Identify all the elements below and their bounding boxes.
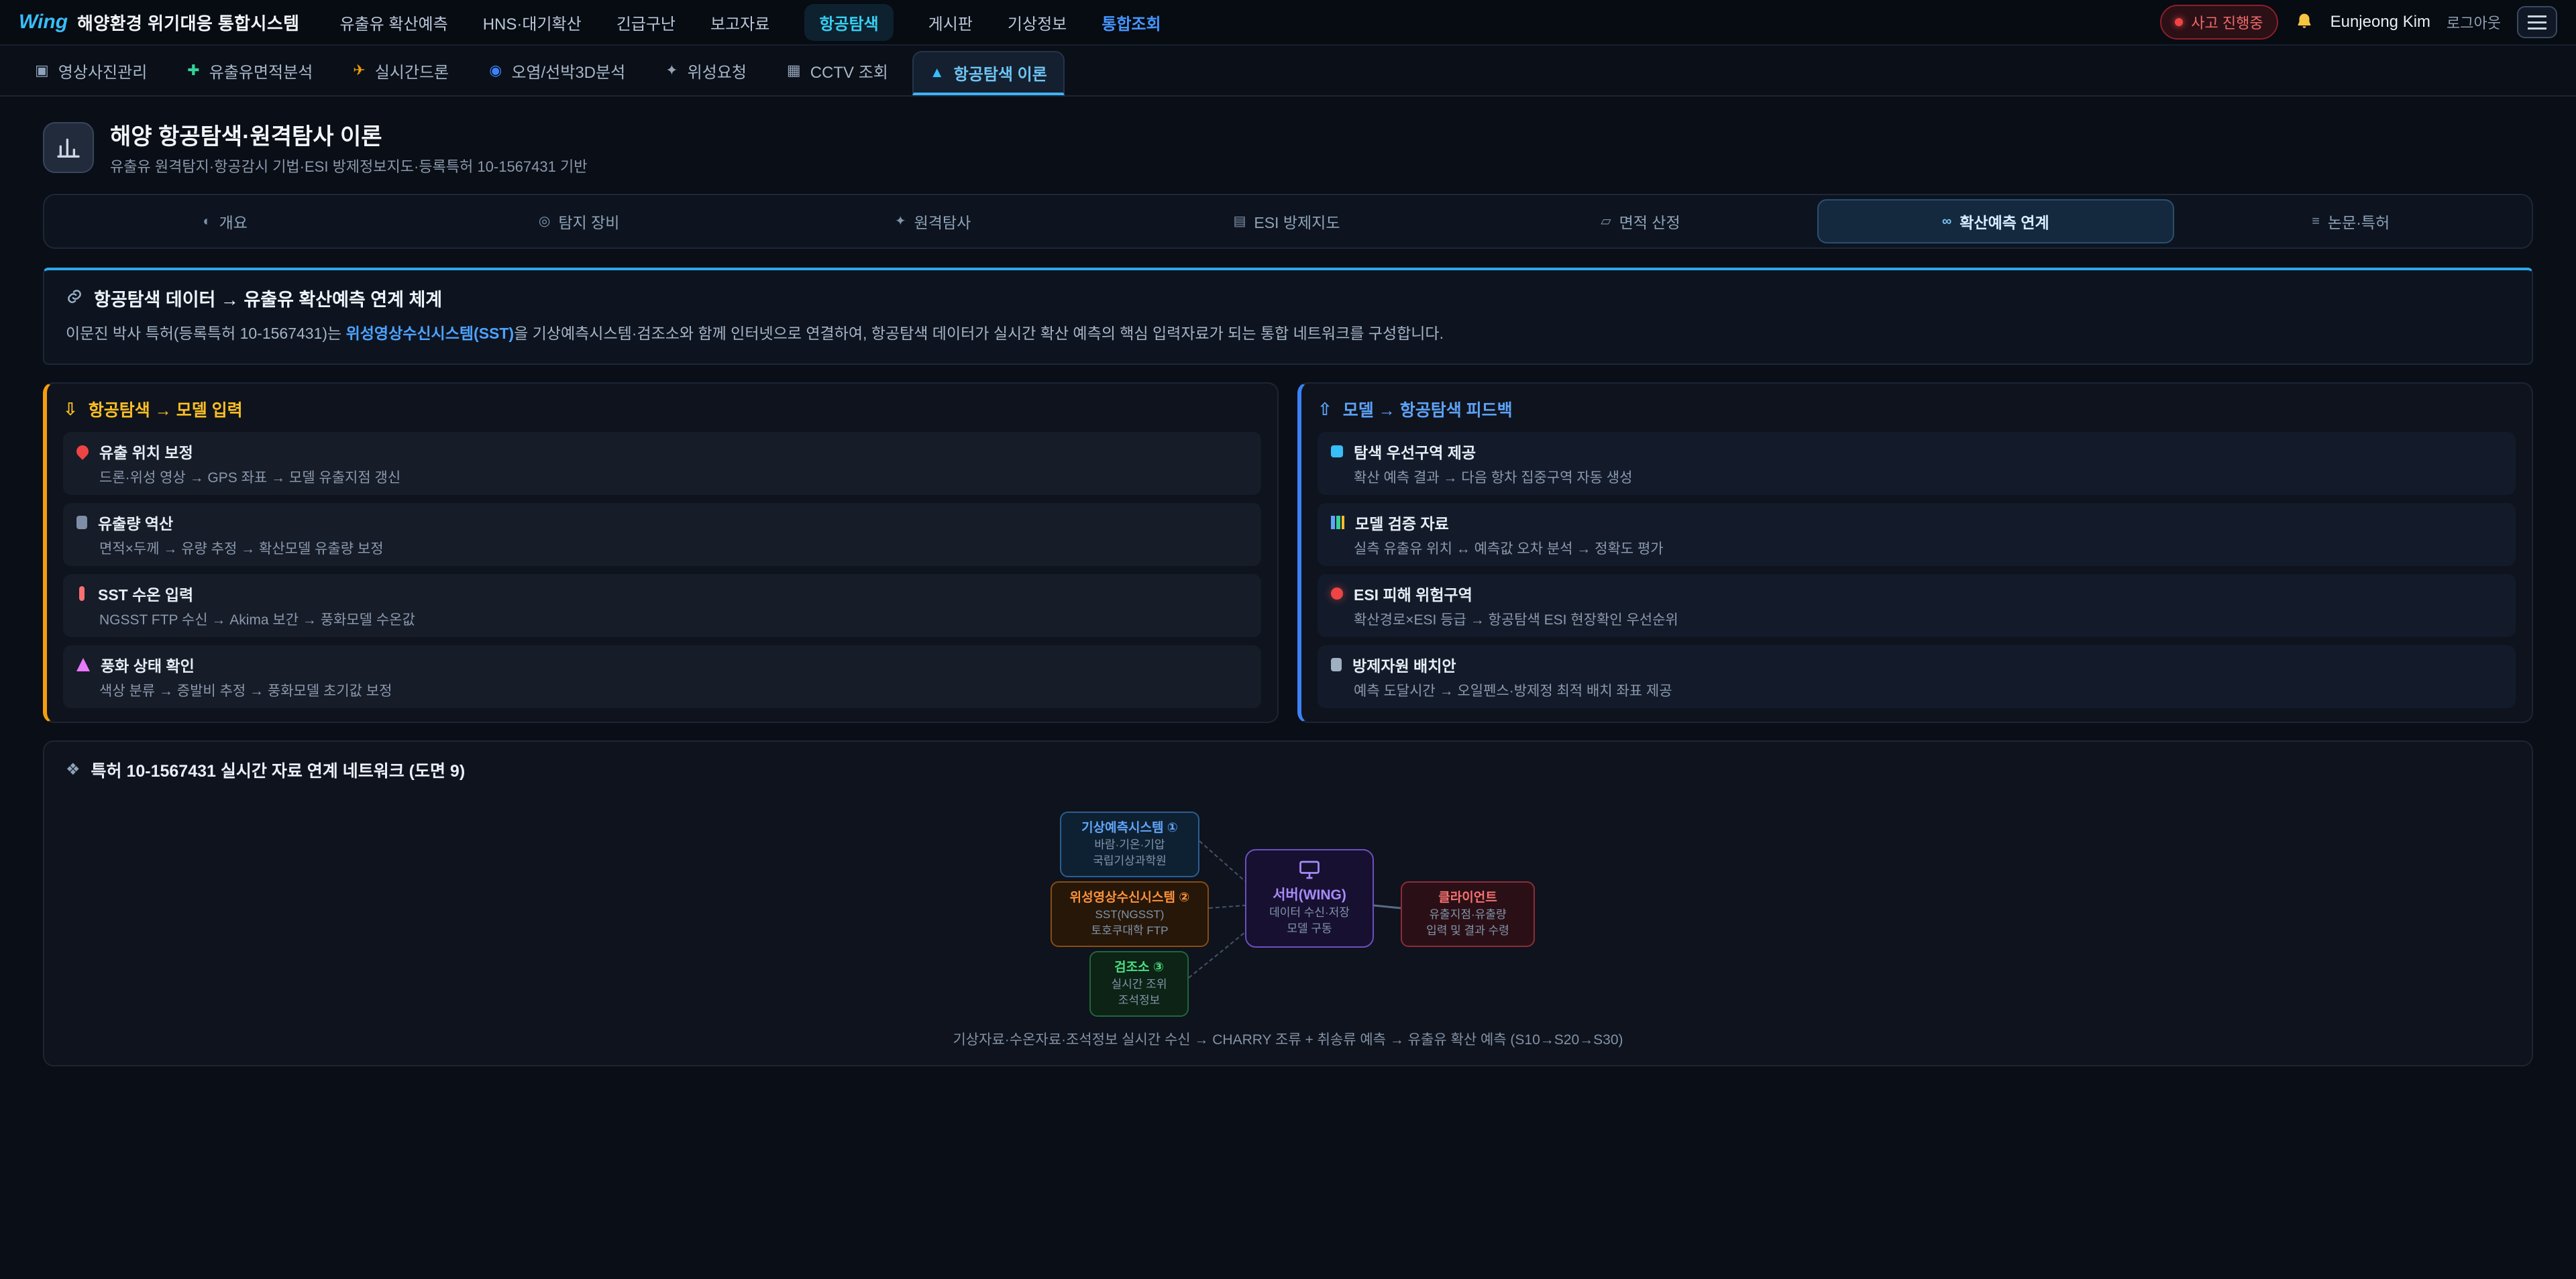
- tab-papers-patents[interactable]: ≡논문·특허: [2174, 199, 2528, 243]
- document-lines-icon: ≡: [2312, 215, 2320, 228]
- app-title: 해양환경 위기대응 통합시스템: [77, 10, 299, 35]
- drone-icon: ✈: [353, 63, 365, 78]
- logout-button[interactable]: 로그아웃: [2447, 11, 2501, 33]
- tab-overview[interactable]: ◐개요: [48, 199, 402, 243]
- link-icon: [66, 286, 83, 311]
- analysis-icon: ✚: [187, 63, 199, 78]
- photo-icon: ▣: [35, 63, 49, 78]
- linkage-heading: 항공탐색 데이터 → 유출유 확산예측 연계 체계: [94, 285, 442, 311]
- user-name: Eunjeong Kim: [2330, 13, 2430, 32]
- globe-icon: ◐: [203, 215, 211, 228]
- page-subtitle: 유출유 원격탐지·항공감시 기법·ESI 방제정보지도·등록특허 10-1567…: [110, 155, 587, 176]
- node-satellite-receiver: 위성영상수신시스템 ② SST(NGSST) 토호쿠대학 FTP: [1051, 881, 1209, 947]
- bar-chart-icon: [1331, 516, 1344, 529]
- menu-button[interactable]: [2517, 6, 2557, 38]
- monitor-icon: [1297, 860, 1322, 885]
- tab-detection-equipment[interactable]: ◎탐지 장비: [402, 199, 755, 243]
- tab-remote-sensing[interactable]: ✦원격탐사: [756, 199, 1110, 243]
- ruler-icon: ▱: [1601, 215, 1611, 228]
- tab-esi-map[interactable]: ▤ESI 방제지도: [1110, 199, 1463, 243]
- node-client: 클라이언트 유출지점·유출량 입력 및 결과 수령: [1401, 881, 1535, 947]
- pin-icon: [74, 443, 91, 459]
- subnav-image-photo-management[interactable]: ▣ 영상사진관리: [19, 46, 163, 95]
- nav-board[interactable]: 게시판: [928, 11, 973, 34]
- clipboard-icon: [1331, 658, 1342, 671]
- nav-reports[interactable]: 보고자료: [710, 11, 769, 34]
- chain-link-icon: ∞: [1942, 215, 1951, 228]
- list-item: 풍화 상태 확인 색상 분류 → 증발비 추정 → 풍화모델 초기값 보정: [63, 645, 1261, 708]
- list-item: 모델 검증 자료 실측 유출유 위치 ↔ 예측값 오차 분석 → 정확도 평가: [1318, 503, 2516, 566]
- oil-barrel-icon: [76, 516, 87, 529]
- main-nav: 유출유 확산예측 HNS·대기확산 긴급구난 보고자료 항공탐색 게시판 기상정…: [339, 4, 1161, 41]
- model-feedback-card-title: 모델 → 항공탐색 피드백: [1343, 397, 1513, 421]
- satellite-icon: ✦: [665, 63, 678, 78]
- network-diagram: 기상예측시스템 ① 바람·기온·기압 국립기상과학원 위성영상수신시스템 ② S…: [859, 793, 1717, 1015]
- nav-integrated-search[interactable]: 통합조회: [1102, 11, 1161, 34]
- theory-tab-bar: ◐개요 ◎탐지 장비 ✦원격탐사 ▤ESI 방제지도 ▱면적 산정 ∞확산예측 …: [43, 194, 2533, 249]
- page-title: 해양 항공탐색·원격탐사 이론: [110, 118, 587, 151]
- list-item: 유출 위치 보정 드론·위성 영상 → GPS 좌표 → 모델 유출지점 갱신: [63, 432, 1261, 495]
- tab-area-calculation[interactable]: ▱면적 산정: [1464, 199, 1817, 243]
- inbox-download-icon: ⇩: [63, 400, 78, 418]
- sub-nav: ▣ 영상사진관리 ✚ 유출유면적분석 ✈ 실시간드론 ◉ 오염/선박3D분석 ✦…: [0, 46, 2576, 97]
- thermometer-icon: [79, 586, 85, 601]
- map-icon: [1331, 445, 1343, 457]
- sensor-icon: ✦: [895, 215, 906, 228]
- page-header: 해양 항공탐색·원격탐사 이론 유출유 원격탐지·항공감시 기법·ESI 방제정…: [43, 118, 2533, 176]
- brand-wing: Wing: [19, 11, 68, 34]
- node-tide-station: 검조소 ③ 실시간 조위 조석정보: [1089, 951, 1189, 1017]
- list-item: ESI 피해 위험구역 확산경로×ESI 등급 → 항공탐색 ESI 현장확인 …: [1318, 574, 2516, 637]
- subnav-aerial-search-theory[interactable]: ▲ 항공탐색 이론: [912, 51, 1065, 95]
- model-input-card: ⇩ 항공탐색 → 모델 입력 유출 위치 보정 드론·위성 영상 → GPS 좌…: [43, 382, 1279, 723]
- map-grid-icon: ▤: [1233, 215, 1246, 228]
- list-item: 방제자원 배치안 예측 도달시간 → 오일펜스·방제정 최적 배치 좌표 제공: [1318, 645, 2516, 708]
- alert-siren-icon: [1331, 588, 1343, 600]
- subnav-pollution-ship-3d[interactable]: ◉ 오염/선박3D분석: [473, 46, 641, 95]
- status-dot-icon: [2175, 18, 2183, 26]
- list-item: SST 수온 입력 NGSST FTP 수신 → Akima 보간 → 풍화모델…: [63, 574, 1261, 637]
- theory-chart-icon: ▲: [930, 65, 945, 80]
- model-feedback-card: ⇧ 모델 → 항공탐색 피드백 탐색 우선구역 제공 확산 예측 결과 → 다음…: [1297, 382, 2533, 723]
- cctv-icon: ▦: [787, 63, 801, 78]
- subnav-realtime-drone[interactable]: ✈ 실시간드론: [337, 46, 465, 95]
- nav-hns-atmospheric[interactable]: HNS·대기확산: [483, 11, 582, 34]
- network-icon: ❖: [66, 762, 80, 778]
- linkage-intro: 이문진 박사 특허(등록특허 10-1567431)는 위성영상수신시스템(SS…: [66, 322, 2510, 346]
- flask-icon: [76, 658, 90, 671]
- network-card: ❖ 특허 10-1567431 실시간 자료 연계 네트워크 (도면 9) 기상…: [43, 740, 2533, 1066]
- report-chart-icon: [43, 122, 94, 173]
- model-input-card-title: 항공탐색 → 모델 입력: [89, 397, 243, 421]
- sphere-3d-icon: ◉: [489, 63, 502, 78]
- top-bar: Wing 해양환경 위기대응 통합시스템 유출유 확산예측 HNS·대기확산 긴…: [0, 0, 2576, 46]
- list-item: 탐색 우선구역 제공 확산 예측 결과 → 다음 항차 집중구역 자동 생성: [1318, 432, 2516, 495]
- network-caption: 기상자료·수온자료·조석정보 실시간 수신 → CHARRY 조류 + 취송류 …: [66, 1029, 2510, 1049]
- incident-status-badge: 사고 진행중: [2160, 5, 2277, 40]
- outbox-upload-icon: ⇧: [1318, 400, 1332, 418]
- list-item: 유출량 역산 면적×두께 → 유량 추정 → 확산모델 유출량 보정: [63, 503, 1261, 566]
- linkage-panel: 항공탐색 데이터 → 유출유 확산예측 연계 체계 이문진 박사 특허(등록특허…: [43, 268, 2533, 365]
- top-bar-right: 사고 진행중 Eunjeong Kim 로그아웃: [2160, 5, 2557, 40]
- scope-icon: ◎: [539, 215, 550, 228]
- app-logo: Wing 해양환경 위기대응 통합시스템: [19, 10, 299, 35]
- subnav-oil-area-analysis[interactable]: ✚ 유출유면적분석: [171, 46, 329, 95]
- nav-oil-spill-prediction[interactable]: 유출유 확산예측: [339, 11, 447, 34]
- nav-weather-info[interactable]: 기상정보: [1008, 11, 1067, 34]
- node-wing-server: 서버(WING) 데이터 수신·저장 모델 구동: [1245, 849, 1374, 948]
- subnav-satellite-request[interactable]: ✦ 위성요청: [649, 46, 763, 95]
- incident-status-label: 사고 진행중: [2191, 11, 2263, 33]
- tab-prediction-linkage[interactable]: ∞확산예측 연계: [1817, 199, 2174, 243]
- nav-emergency-rescue[interactable]: 긴급구난: [616, 11, 676, 34]
- network-card-title: 특허 10-1567431 실시간 자료 연계 네트워크 (도면 9): [91, 758, 466, 782]
- main-content: 해양 항공탐색·원격탐사 이론 유출유 원격탐지·항공감시 기법·ESI 방제정…: [0, 97, 2576, 1088]
- sst-system-link[interactable]: 위성영상수신시스템(SST): [346, 325, 515, 342]
- notification-bell-icon[interactable]: [2294, 12, 2314, 32]
- linkage-cards: ⇩ 항공탐색 → 모델 입력 유출 위치 보정 드론·위성 영상 → GPS 좌…: [43, 382, 2533, 723]
- nav-aerial-search[interactable]: 항공탐색: [804, 4, 893, 41]
- subnav-cctv[interactable]: ▦ CCTV 조회: [771, 46, 904, 95]
- node-weather-system: 기상예측시스템 ① 바람·기온·기압 국립기상과학원: [1060, 812, 1199, 877]
